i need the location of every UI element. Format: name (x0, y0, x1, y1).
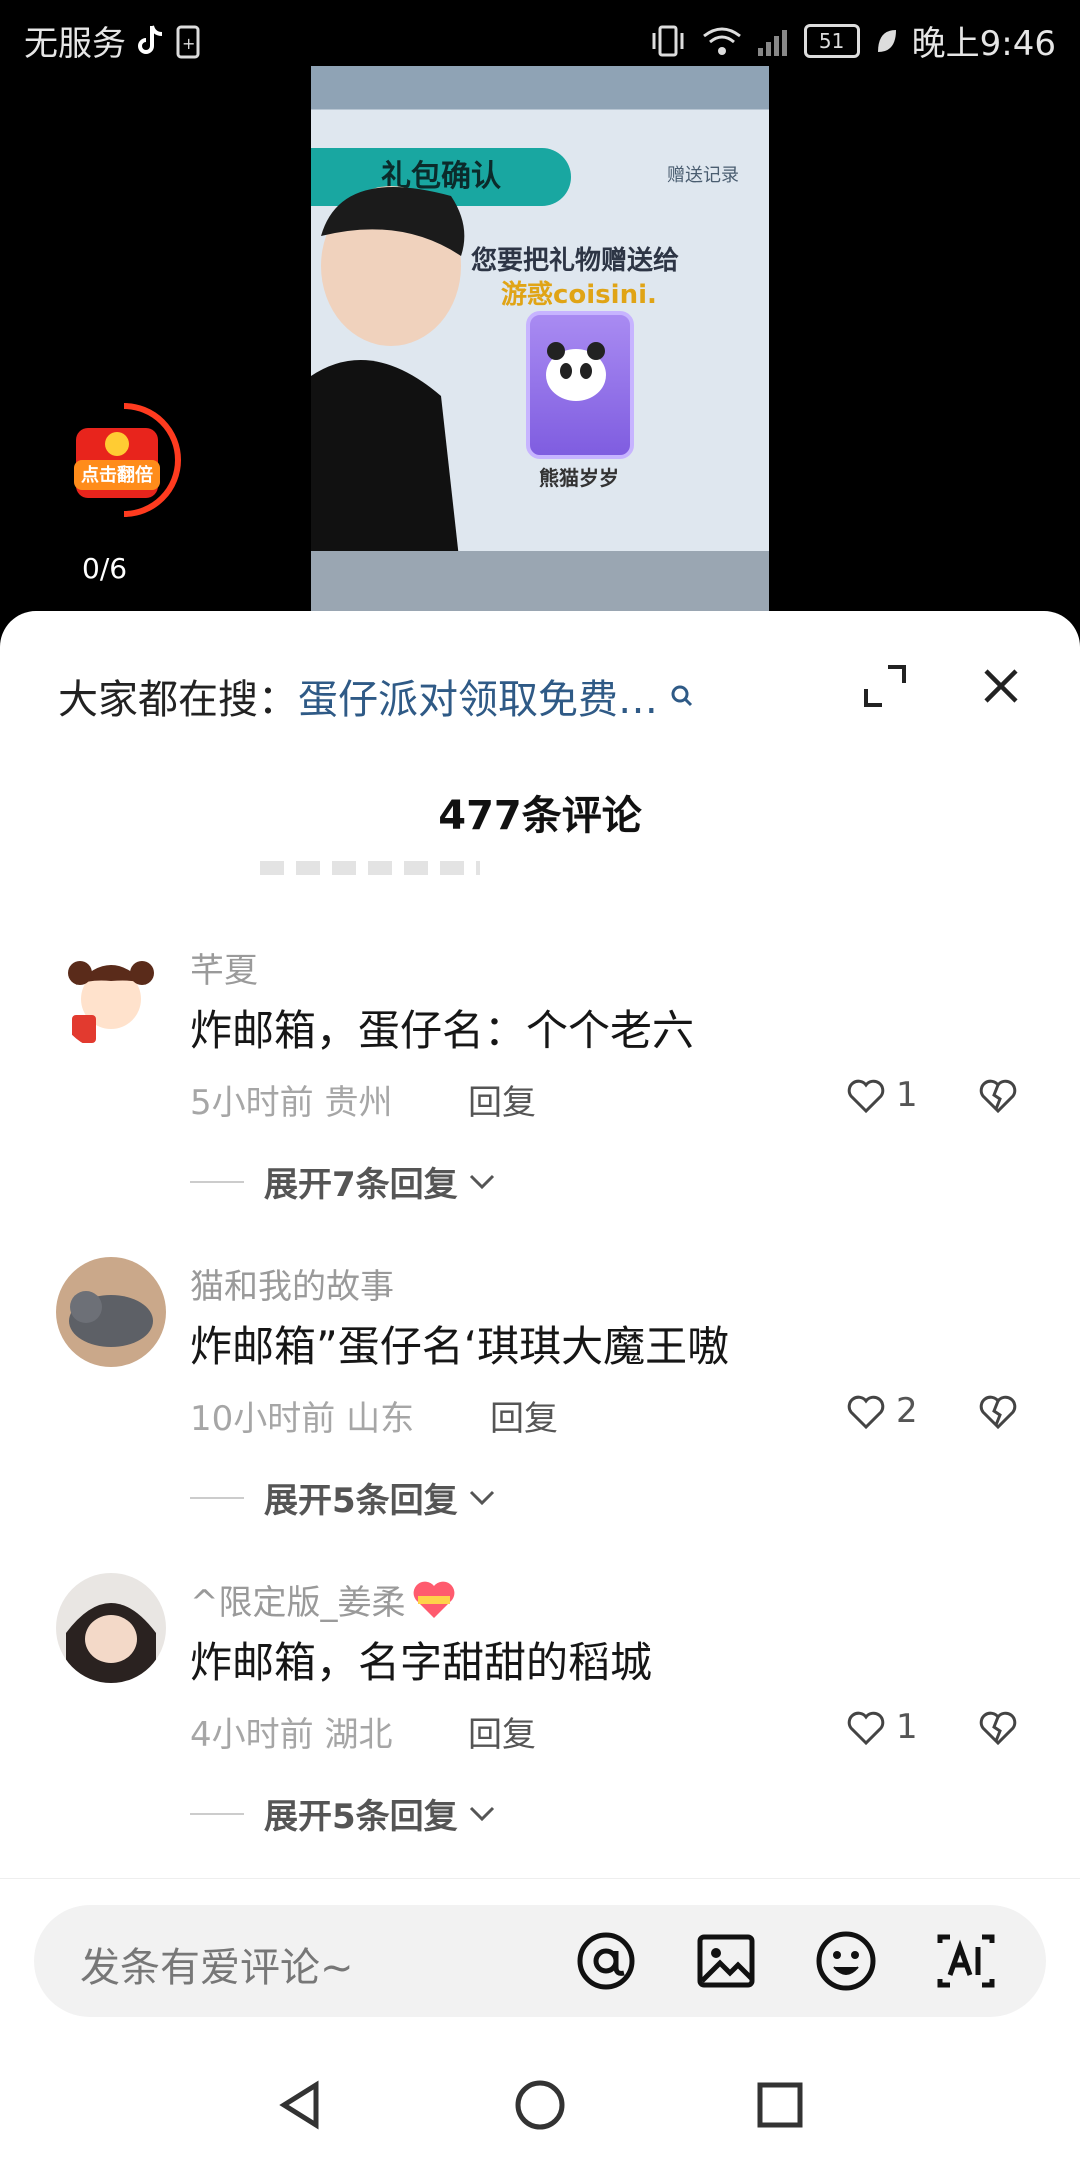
heart-icon[interactable] (846, 1393, 886, 1431)
home-icon[interactable] (512, 2077, 568, 2133)
chevron-down-icon (469, 1806, 494, 1821)
trending-search[interactable]: 大家都在搜： 蛋仔派对领取免费… (58, 667, 694, 725)
comment-meta: 10小时前 山东 (190, 1399, 415, 1439)
comment-text: 炸邮箱，名字甜甜的稻城 (190, 1638, 653, 1687)
comment-username[interactable]: ^限定版_姜柔 (190, 1575, 456, 1624)
leaf-icon (877, 29, 896, 52)
signal-icon (757, 29, 787, 56)
comment-meta: 5小时前 贵州 (190, 1083, 393, 1123)
red-packet-label: 点击翻倍 (81, 464, 153, 486)
divider (190, 1812, 244, 1815)
chevron-down-icon (469, 1174, 494, 1189)
comment-composer: 发条有爱评论~ (0, 1878, 1080, 2161)
divider (190, 1496, 244, 1499)
svg-text:+: + (182, 34, 195, 53)
expand-replies-button[interactable]: 展开5条回复 (190, 1473, 496, 1522)
avatar[interactable] (56, 941, 166, 1051)
comment-username[interactable]: 芊夏 (190, 943, 258, 992)
wifi-icon (702, 27, 741, 55)
reply-button[interactable]: 回复 (490, 1391, 558, 1440)
back-icon[interactable] (272, 2077, 328, 2133)
avatar[interactable] (56, 1257, 166, 1367)
video-text-line2: 游惑coisini. (501, 280, 657, 310)
reply-button[interactable]: 回复 (468, 1075, 536, 1124)
avatar[interactable] (56, 1573, 166, 1683)
comment-item: 猫和我的故事 炸邮箱”蛋仔名‘琪琪大魔王嗷 10小时前 山东 回复 2 展开5条… (0, 1257, 1080, 1557)
battery-icon: 51 (803, 23, 860, 58)
divider (190, 1180, 244, 1183)
close-icon[interactable] (978, 663, 1024, 709)
expand-replies-label: 展开5条回复 (264, 1797, 458, 1837)
comment-input-placeholder: 发条有爱评论~ (80, 1945, 354, 1991)
comment-meta: 4小时前 湖北 (190, 1715, 393, 1755)
sim-icon: + (176, 25, 200, 58)
video-tab: 赠送记录 (667, 165, 739, 186)
video-bottom-bar (311, 551, 769, 611)
trending-prefix: 大家都在搜： (58, 677, 298, 723)
expand-replies-button[interactable]: 展开7条回复 (190, 1157, 496, 1206)
fullscreen-icon[interactable] (862, 663, 908, 709)
ai-text-icon[interactable] (934, 1929, 998, 1993)
comment-text: 炸邮箱”蛋仔名‘琪琪大魔王嗷 (190, 1322, 730, 1371)
trending-query[interactable]: 蛋仔派对领取免费… (298, 667, 658, 725)
comment-username-text: ^限定版_姜柔 (190, 1583, 406, 1623)
red-packet-icon: 点击翻倍 (74, 403, 181, 517)
red-packet-widget[interactable]: 点击翻倍 (64, 400, 184, 520)
emoji-icon[interactable] (814, 1929, 878, 1993)
like-count: 2 (896, 1391, 918, 1431)
reply-button[interactable]: 回复 (468, 1707, 536, 1756)
search-icon[interactable] (670, 684, 694, 708)
comment-item: 芊夏 炸邮箱，蛋仔名：个个老六 5小时前 贵州 回复 1 展开7条回复 (0, 941, 1080, 1241)
broken-heart-icon[interactable] (978, 1077, 1018, 1115)
person-figure (311, 186, 465, 576)
tiktok-icon (138, 24, 163, 54)
expand-replies-label: 展开5条回复 (264, 1481, 458, 1521)
panda-icon (546, 342, 606, 401)
comment-username[interactable]: 猫和我的故事 (190, 1259, 394, 1308)
red-packet-progress: 0/6 (82, 552, 128, 585)
like-count: 1 (896, 1707, 918, 1747)
at-mention-icon[interactable] (574, 1929, 638, 1993)
heart-badge-icon (413, 1581, 454, 1618)
status-bar: 无服务 + 51 晚上9:46 (0, 0, 1080, 74)
heart-icon[interactable] (846, 1077, 886, 1115)
image-icon[interactable] (694, 1929, 758, 1993)
comment-text: 炸邮箱，蛋仔名：个个老六 (190, 1006, 695, 1055)
expand-replies-label: 展开7条回复 (264, 1165, 458, 1205)
like-count: 1 (896, 1075, 918, 1115)
system-nav-bar (0, 2049, 1080, 2161)
faded-previous-text (260, 861, 480, 875)
comment-input[interactable]: 发条有爱评论~ (34, 1905, 1046, 2017)
carrier-text: 无服务 (24, 24, 126, 64)
vibrate-icon (652, 25, 684, 56)
heart-icon[interactable] (846, 1709, 886, 1747)
gift-name: 熊猫岁岁 (539, 466, 619, 490)
expand-replies-button[interactable]: 展开5条回复 (190, 1789, 496, 1838)
broken-heart-icon[interactable] (978, 1393, 1018, 1431)
video-text-line1: 您要把礼物赠送给 (471, 246, 680, 276)
gift-card (526, 311, 634, 459)
broken-heart-icon[interactable] (978, 1709, 1018, 1747)
video-player[interactable]: 礼包确认 赠送记录 您要把礼物赠送给 游惑coisini. 熊猫岁岁 (311, 66, 769, 611)
comment-item: ^限定版_姜柔 炸邮箱，名字甜甜的稻城 4小时前 湖北 回复 1 展开5条回复 (0, 1573, 1080, 1873)
chevron-down-icon (469, 1490, 494, 1505)
recents-icon[interactable] (752, 2077, 808, 2133)
clock-text: 晚上9:46 (911, 24, 1056, 64)
comment-count-title: 477条评论 (438, 793, 642, 839)
